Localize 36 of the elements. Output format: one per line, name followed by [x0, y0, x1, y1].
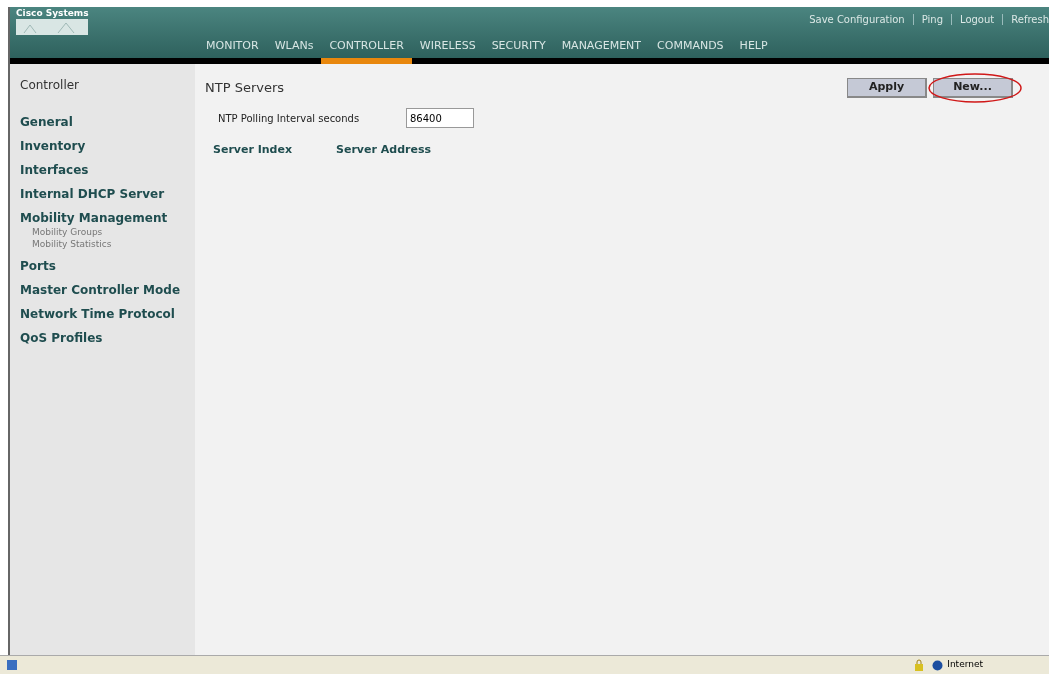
- logo-text: Cisco Systems: [16, 8, 90, 19]
- sidebar-item[interactable]: Ports: [20, 258, 195, 274]
- globe-icon: [932, 659, 944, 671]
- field-label: NTP Polling Interval seconds: [218, 111, 361, 126]
- nav-tab[interactable]: MONITOR: [198, 36, 267, 64]
- zone-label: Internet: [947, 658, 983, 672]
- nav-tab[interactable]: HELP: [731, 36, 776, 64]
- polling-interval-field[interactable]: 86400: [406, 108, 474, 128]
- sidebar-subitem[interactable]: Mobility Groups: [20, 226, 195, 238]
- sidebar-item[interactable]: General: [20, 114, 195, 130]
- header-link[interactable]: Refresh: [1011, 11, 1049, 27]
- sidebar-title: Controller: [20, 77, 81, 94]
- sidebar-item[interactable]: QoS Profiles: [20, 330, 195, 346]
- header-link[interactable]: Ping: [921, 11, 943, 27]
- nav-tab[interactable]: SECURITY: [483, 36, 554, 64]
- bridge-logo-icon: [16, 19, 88, 35]
- nav-tab[interactable]: MANAGEMENT: [553, 36, 650, 64]
- sidebar-item[interactable]: Master Controller Mode: [20, 282, 195, 298]
- sidebar-item[interactable]: Network Time Protocol: [20, 306, 195, 322]
- page-icon: [6, 659, 18, 671]
- new-button[interactable]: New...: [933, 78, 1013, 98]
- sidebar-item[interactable]: Mobility Management: [20, 210, 195, 226]
- column-header: Server Address: [336, 142, 431, 158]
- nav-tab[interactable]: COMMANDS: [649, 36, 732, 64]
- nav-tab[interactable]: WLANs: [266, 36, 322, 64]
- sidebar-subitem[interactable]: Mobility Statistics: [20, 238, 195, 250]
- header-link[interactable]: Save Configuration: [809, 11, 905, 27]
- sidebar-item[interactable]: Inventory: [20, 138, 195, 154]
- column-header: Server Index: [213, 142, 293, 158]
- apply-button[interactable]: Apply: [847, 78, 927, 98]
- header-link[interactable]: Logout: [960, 11, 995, 27]
- lock-icon: [914, 659, 925, 671]
- page-title: NTP Servers: [205, 79, 285, 97]
- sidebar-item[interactable]: Interfaces: [20, 162, 195, 178]
- nav-tab[interactable]: WIRELESS: [411, 36, 484, 64]
- sidebar-item[interactable]: Internal DHCP Server: [20, 186, 195, 202]
